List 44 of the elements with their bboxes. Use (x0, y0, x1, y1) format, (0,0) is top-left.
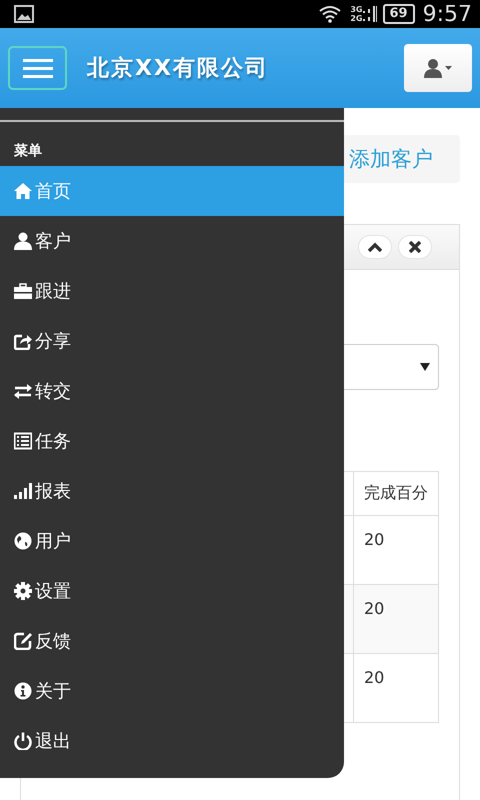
table-cell: 20 (354, 584, 438, 654)
briefcase-icon (14, 282, 32, 300)
user-icon (14, 232, 32, 250)
menu-item[interactable]: 设置 (0, 566, 344, 616)
wifi-icon (318, 5, 342, 23)
power-icon (14, 732, 32, 750)
list-icon (14, 432, 32, 450)
menu-item[interactable]: 任务 (0, 416, 344, 466)
collapse-button[interactable] (358, 235, 392, 259)
menu-item[interactable]: 报表 (0, 466, 344, 516)
user-menu-button[interactable] (404, 44, 472, 92)
network-label: 2G (350, 14, 362, 23)
menu-item[interactable]: 客户 (0, 216, 344, 266)
close-icon (409, 241, 421, 253)
info-icon (14, 682, 32, 700)
menu-heading: 菜单 (13, 142, 42, 161)
dropdown-arrow-icon (420, 363, 430, 371)
battery-level: 69 (382, 4, 415, 24)
menu-icon (22, 58, 52, 78)
chevron-up-icon (368, 242, 382, 252)
menu-item[interactable]: 分享 (0, 316, 344, 366)
globe-icon (14, 532, 32, 550)
menu-item[interactable]: 退出 (0, 716, 344, 766)
menu-item[interactable]: 关于 (0, 666, 344, 716)
menu-item[interactable]: 转交 (0, 366, 344, 416)
exchange-icon (14, 382, 32, 400)
clock: 9:57 (422, 2, 472, 26)
gear-icon (14, 582, 32, 600)
user-icon (424, 58, 452, 78)
home-icon (14, 182, 32, 200)
app-title: 北京XX有限公司 (87, 55, 270, 83)
menu-item[interactable]: 反馈 (0, 616, 344, 666)
menu-button[interactable] (8, 46, 67, 90)
menu-item[interactable]: 用户 (0, 516, 344, 566)
network-label: 3G (350, 5, 362, 14)
menu-item[interactable]: 跟进 (0, 266, 344, 316)
image-icon (14, 5, 34, 23)
edit-icon (14, 632, 32, 650)
signal-icon (362, 5, 376, 23)
close-button[interactable] (398, 235, 432, 259)
bar-chart-icon (14, 482, 32, 500)
share-icon (14, 332, 32, 350)
table-cell: 20 (354, 654, 438, 722)
column-header: 完成百分 (354, 472, 438, 516)
